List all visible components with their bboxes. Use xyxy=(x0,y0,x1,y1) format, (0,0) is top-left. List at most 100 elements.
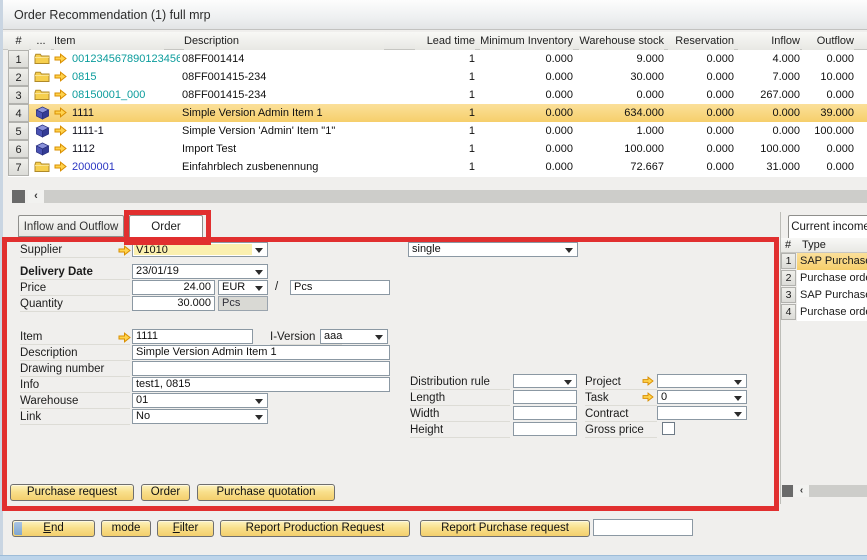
item-description: 08FF001415-234 xyxy=(182,86,420,104)
col-header-inflow[interactable]: Inflow xyxy=(738,32,800,50)
order-button[interactable]: Order xyxy=(141,484,190,501)
col-header-item[interactable]: Item xyxy=(54,32,164,50)
height-label: Height xyxy=(410,423,510,438)
report-production-request-button[interactable]: Report Production Request xyxy=(220,520,410,537)
end-button[interactable]: End xyxy=(12,520,95,537)
lead-time-value: 1 xyxy=(415,68,475,86)
link-arrow-icon[interactable] xyxy=(642,376,654,386)
table-row[interactable]: 1001234567890123456790108FF00141410.0009… xyxy=(8,50,867,68)
supplier-combo[interactable]: V1010 xyxy=(132,242,268,257)
income-row-type[interactable]: SAP Purchase xyxy=(797,287,867,304)
table-row[interactable]: 308150001_00008FF001415-23410.0000.0000.… xyxy=(8,86,867,104)
col-header-min-inventory[interactable]: Minimum Inventory xyxy=(480,32,573,50)
delivery-date-label: Delivery Date xyxy=(20,265,130,280)
item-code[interactable]: 0012345678901234567901 xyxy=(72,50,180,68)
link-arrow-icon[interactable] xyxy=(54,86,69,104)
gross-price-label: Gross price xyxy=(585,423,657,438)
length-input[interactable] xyxy=(513,390,577,404)
item-description: Import Test xyxy=(182,140,420,158)
title-bar[interactable]: Order Recommendation (1) full mrp xyxy=(0,0,867,30)
mode-button[interactable]: mode xyxy=(101,520,151,537)
col-header-description[interactable]: Description xyxy=(184,32,384,50)
scroll-left-button[interactable]: ‹ xyxy=(794,485,809,497)
link-arrow-icon[interactable] xyxy=(54,140,69,158)
item-code[interactable]: 2000001 xyxy=(72,158,180,176)
horizontal-scrollbar[interactable] xyxy=(809,485,867,497)
item-code[interactable]: 1112 xyxy=(72,140,180,158)
col-header-reservation[interactable]: Reservation xyxy=(668,32,734,50)
distribution-rule-combo[interactable] xyxy=(513,374,577,388)
purchase-quotation-button[interactable]: Purchase quotation xyxy=(197,484,335,501)
link-arrow-icon[interactable] xyxy=(54,122,69,140)
horizontal-scrollbar[interactable] xyxy=(44,190,867,203)
income-col-num: # xyxy=(785,238,791,253)
width-input[interactable] xyxy=(513,406,577,420)
filter-button[interactable]: Filter xyxy=(157,520,214,537)
table-row[interactable]: 61112Import Test10.000100.0000.000100.00… xyxy=(8,140,867,158)
task-combo[interactable]: 0 xyxy=(657,390,747,404)
inflow-value: 0.000 xyxy=(738,122,800,140)
purchase-request-button[interactable]: Purchase request xyxy=(10,484,134,501)
link-arrow-icon[interactable] xyxy=(54,104,69,122)
income-row-type[interactable]: Purchase orde xyxy=(797,270,867,287)
row-number: 3 xyxy=(8,86,29,104)
currency-combo[interactable]: EUR xyxy=(218,280,268,295)
price-uom-input[interactable]: Pcs xyxy=(290,280,390,295)
gross-price-checkbox[interactable] xyxy=(662,422,675,435)
footer-input[interactable] xyxy=(593,519,693,536)
price-input[interactable]: 24.00 xyxy=(132,280,215,295)
outflow-value: 0.000 xyxy=(802,140,854,158)
table-row[interactable]: 2081508FF001415-23410.00030.0000.0007.00… xyxy=(8,68,867,86)
supplier-value: V1010 xyxy=(134,244,252,255)
info-input[interactable]: test1, 0815 xyxy=(132,377,390,392)
col-header-warehouse-stock[interactable]: Warehouse stock xyxy=(579,32,664,50)
description-label: Description xyxy=(20,346,130,361)
contract-combo[interactable] xyxy=(657,406,747,420)
project-combo[interactable] xyxy=(657,374,747,388)
item-code[interactable]: 08150001_000 xyxy=(72,86,180,104)
inflow-value: 0.000 xyxy=(738,104,800,122)
row-number: 1 xyxy=(8,50,29,68)
row-number: 2 xyxy=(8,68,29,86)
link-arrow-icon[interactable] xyxy=(118,332,131,343)
income-row-type[interactable]: SAP Purchase xyxy=(797,253,867,270)
tab-inflow-and-outflow[interactable]: Inflow and Outflow xyxy=(18,215,124,237)
drawing-number-input[interactable] xyxy=(132,361,390,376)
link-arrow-icon[interactable] xyxy=(54,68,69,86)
item-input[interactable]: 1111 xyxy=(132,329,253,344)
link-arrow-icon[interactable] xyxy=(118,245,131,256)
table-row[interactable]: 51111-1Simple Version 'Admin' Item "1"10… xyxy=(8,122,867,140)
col-header-num[interactable]: # xyxy=(8,32,29,50)
table-row[interactable]: 72000001Einfahrblech zusbenennung10.0007… xyxy=(8,158,867,176)
inflow-value: 100.000 xyxy=(738,140,800,158)
report-purchase-request-button[interactable]: Report Purchase request xyxy=(420,520,590,537)
inflow-value: 4.000 xyxy=(738,50,800,68)
link-arrow-icon[interactable] xyxy=(642,392,654,402)
order-mode-combo[interactable]: single xyxy=(408,242,578,257)
income-row-number: 1 xyxy=(781,253,796,269)
delivery-date-combo[interactable]: 23/01/19 xyxy=(132,264,268,279)
tab-order[interactable]: Order xyxy=(129,215,203,238)
item-code[interactable]: 1111 xyxy=(72,104,180,122)
col-header-dots[interactable]: ... xyxy=(31,32,51,50)
scroll-left-button[interactable]: ‹ xyxy=(28,190,44,203)
income-row-type[interactable]: Purchase orde xyxy=(797,304,867,321)
warehouse-stock-value: 72.667 xyxy=(579,158,664,176)
col-header-outflow[interactable]: Outflow xyxy=(802,32,854,50)
link-arrow-icon[interactable] xyxy=(54,50,69,68)
link-combo[interactable]: No xyxy=(132,409,268,424)
col-header-lead-time[interactable]: Lead time xyxy=(415,32,475,50)
warehouse-combo[interactable]: 01 xyxy=(132,393,268,408)
supplier-label: Supplier xyxy=(20,243,130,258)
item-code[interactable]: 1111-1 xyxy=(72,122,180,140)
iversion-combo[interactable]: aaa xyxy=(320,329,388,344)
description-input[interactable]: Simple Version Admin Item 1 xyxy=(132,345,390,360)
height-input[interactable] xyxy=(513,422,577,436)
link-arrow-icon[interactable] xyxy=(54,158,69,176)
quantity-input[interactable]: 30.000 xyxy=(132,296,215,311)
reservation-value: 0.000 xyxy=(668,50,734,68)
reservation-value: 0.000 xyxy=(668,122,734,140)
tab-current-income[interactable]: Current income xyxy=(788,215,867,238)
table-row[interactable]: 41111Simple Version Admin Item 110.00063… xyxy=(8,104,867,122)
item-code[interactable]: 0815 xyxy=(72,68,180,86)
